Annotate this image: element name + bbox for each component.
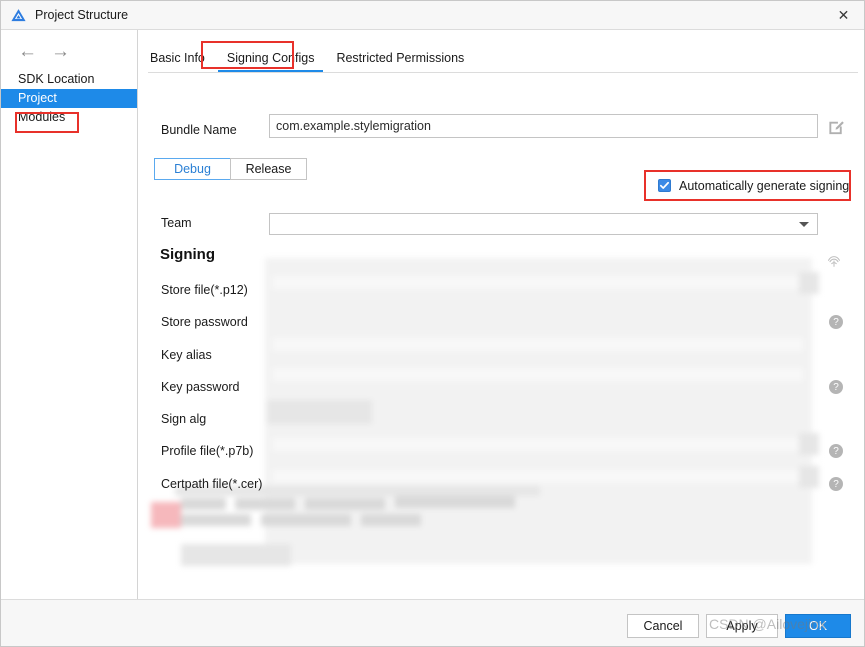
tab-basic-info[interactable]: Basic Info [139, 51, 216, 72]
key-password-label: Key password [161, 380, 240, 394]
project-structure-dialog: Project Structure ✕ ← → SDK Location Pro… [0, 0, 865, 647]
store-password-label: Store password [161, 315, 248, 329]
tab-restricted-permissions[interactable]: Restricted Permissions [325, 51, 475, 72]
certpath-file-label: Certpath file(*.cer) [161, 477, 263, 491]
bundle-name-input[interactable] [269, 114, 818, 138]
profile-file-label: Profile file(*.p7b) [161, 444, 254, 458]
bundle-name-label: Bundle Name [161, 123, 237, 137]
team-label: Team [161, 216, 192, 230]
signing-section-heading: Signing [160, 246, 215, 263]
main-panel: Basic Info Signing Configs Restricted Pe… [139, 30, 864, 617]
title-bar: Project Structure ✕ [1, 1, 864, 30]
sidebar-item-sdk-location[interactable]: SDK Location [1, 70, 137, 89]
store-file-label: Store file(*.p12) [161, 283, 248, 297]
sidebar-list: SDK Location Project Modules [1, 70, 137, 127]
tab-signing-configs[interactable]: Signing Configs [216, 51, 326, 73]
sidebar-item-project[interactable]: Project [1, 89, 137, 108]
arrow-left-icon[interactable]: ← [18, 42, 37, 61]
release-button[interactable]: Release [230, 158, 307, 180]
disabled-signing-fields-blur [151, 258, 819, 566]
debug-button[interactable]: Debug [154, 158, 231, 180]
deveco-triangle-logo-icon [11, 8, 26, 21]
sidebar: ← → SDK Location Project Modules [1, 30, 138, 599]
edit-pencil-icon[interactable] [827, 117, 846, 136]
tab-divider [148, 72, 858, 73]
auto-generate-signing-label: Automatically generate signing [679, 178, 850, 193]
fingerprint-icon[interactable] [826, 253, 842, 269]
build-type-toggle: Debug Release [154, 158, 307, 180]
auto-generate-signing-checkbox[interactable]: Automatically generate signing [644, 170, 851, 201]
sign-alg-label: Sign alg [161, 412, 207, 426]
window-title: Project Structure [35, 8, 129, 22]
profile-file-help-icon[interactable]: ? [829, 444, 843, 458]
chevron-down-icon [799, 222, 809, 227]
sidebar-item-modules[interactable]: Modules [1, 108, 137, 127]
dialog-button-bar: Cancel Apply OK [1, 599, 864, 646]
cancel-button[interactable]: Cancel [627, 614, 699, 638]
close-icon[interactable]: ✕ [821, 1, 864, 29]
key-alias-label: Key alias [161, 348, 212, 362]
key-password-help-icon[interactable]: ? [829, 380, 843, 394]
ok-button[interactable]: OK [785, 614, 851, 638]
tab-bar: Basic Info Signing Configs Restricted Pe… [139, 41, 864, 73]
sidebar-nav-arrows: ← → [1, 30, 137, 61]
team-dropdown[interactable] [269, 213, 818, 235]
arrow-right-icon[interactable]: → [51, 42, 70, 61]
apply-button[interactable]: Apply [706, 614, 778, 638]
store-password-help-icon[interactable]: ? [829, 315, 843, 329]
checkbox-checked-icon [658, 179, 671, 192]
certpath-file-help-icon[interactable]: ? [829, 477, 843, 491]
